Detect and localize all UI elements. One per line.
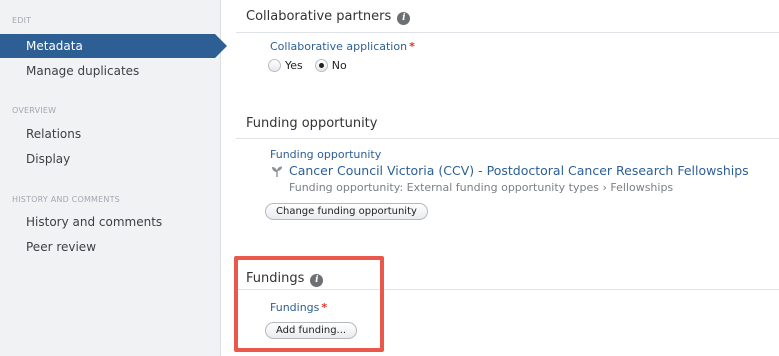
radio-no[interactable] [314,59,328,72]
sidebar-item-history-comments[interactable]: History and comments [0,210,221,234]
sidebar-item-display[interactable]: Display [0,147,221,171]
funding-opportunity-field-label: Funding opportunity [270,148,382,161]
funding-opportunity-link[interactable]: Cancer Council Victoria (CCV) - Postdoct… [270,163,749,178]
radio-yes-label[interactable]: Yes [285,59,303,72]
required-marker: * [409,40,415,53]
sprout-icon [272,166,282,177]
collab-field-label-text: Collaborative application [270,40,408,53]
sidebar-item-manage-duplicates[interactable]: Manage duplicates [0,59,221,83]
sidebar-item-metadata[interactable]: Metadata [0,34,227,58]
funding-opportunity-subtext: Funding opportunity: External funding op… [289,181,674,194]
radio-yes[interactable] [268,59,281,72]
divider [236,138,779,139]
sidebar: EDIT Metadata Manage duplicates OVERVIEW… [0,0,227,356]
change-funding-opportunity-button[interactable]: Change funding opportunity [265,203,428,220]
section-label-edit: EDIT [12,16,32,25]
section-label-history: HISTORY AND COMMENTS [12,195,120,204]
collab-title-text: Collaborative partners [246,9,392,24]
divider [236,32,779,33]
collab-radio-group: Yes No [268,59,359,72]
funding-opportunity-link-text[interactable]: Cancer Council Victoria (CCV) - Postdoct… [289,163,749,178]
highlight-box [234,256,384,352]
collab-field-label: Collaborative application * [270,40,415,53]
info-icon[interactable]: i [397,12,411,25]
section-label-overview: OVERVIEW [12,106,57,115]
sidebar-item-peer-review[interactable]: Peer review [0,235,221,259]
sidebar-item-relations[interactable]: Relations [0,122,221,146]
collab-section-title: Collaborative partners i [246,9,411,25]
funding-opportunity-section-title: Funding opportunity [246,116,378,131]
radio-no-label[interactable]: No [332,59,347,72]
